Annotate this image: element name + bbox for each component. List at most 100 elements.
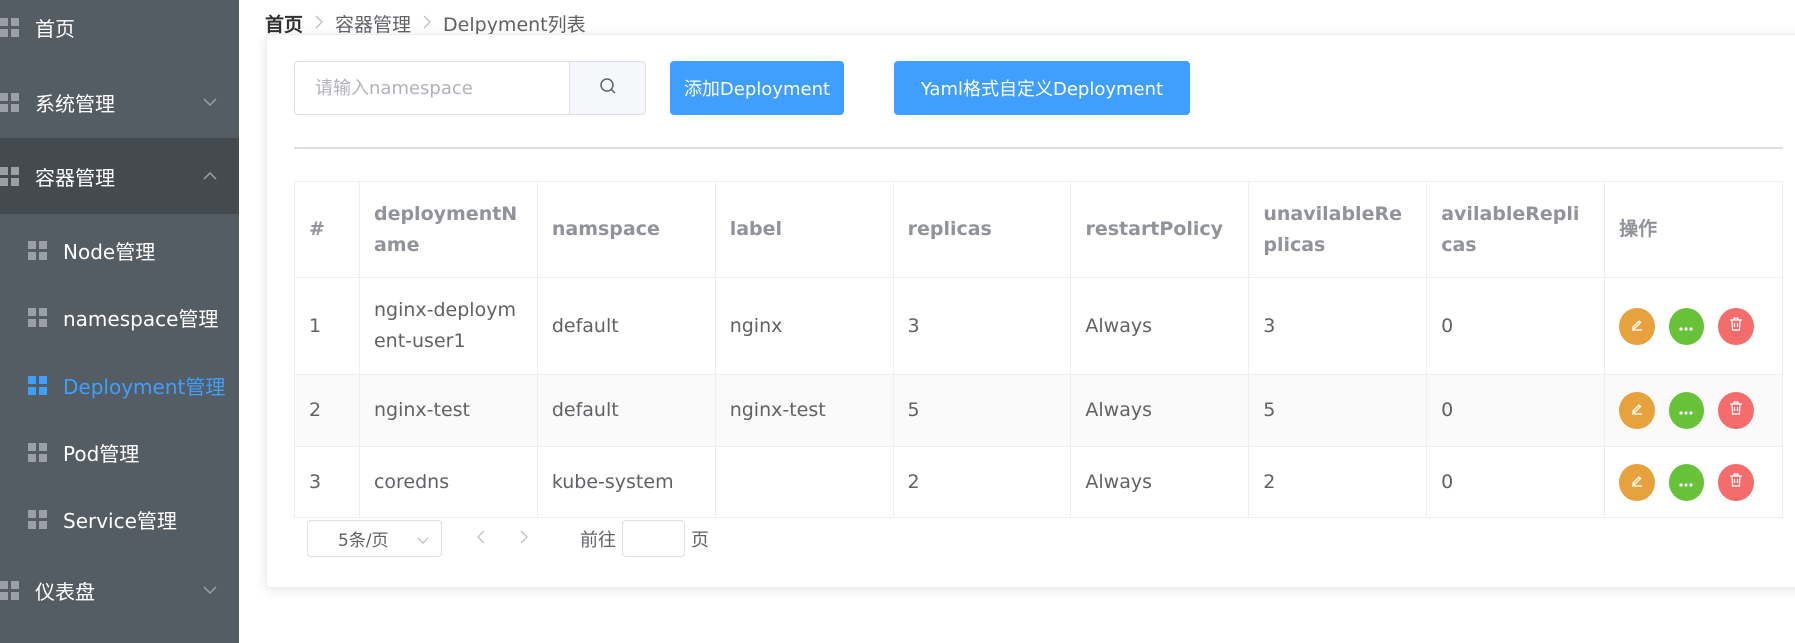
jump-prefix: 前往 [580,529,616,551]
sidebar-item-deployment[interactable]: Deployment管理 [0,357,239,413]
sidebar-item-dashboard[interactable]: 仪表盘 [0,562,239,618]
cell-index: 3 [295,447,360,517]
cell-restart-policy: Always [1071,447,1250,517]
cell-replicas: 5 [894,375,1072,446]
chevron-down-icon [203,98,217,106]
sidebar-item-service[interactable]: Service管理 [0,491,239,547]
sidebar-item-namespace[interactable]: namespace管理 [0,289,239,345]
sidebar-item-label: Pod管理 [63,441,140,466]
sidebar-item-container[interactable]: 容器管理 [0,138,239,214]
sidebar-item-system[interactable]: 系统管理 [0,74,239,130]
next-page-button[interactable] [520,528,529,549]
cell-available: 0 [1427,375,1605,446]
jump-suffix: 页 [691,529,709,551]
cell-label [716,447,894,517]
chevron-right-icon [423,14,432,33]
cell-unavailable: 5 [1249,375,1428,446]
cell-actions [1605,375,1783,446]
search-button[interactable] [569,61,646,115]
jump-page-input[interactable] [622,520,685,557]
cell-name: nginx-deployment-user1 [360,278,538,374]
sidebar-item-label: namespace管理 [63,306,219,331]
cell-name: coredns [360,447,538,517]
edit-button[interactable] [1618,392,1655,429]
sidebar-item-label: Service管理 [63,508,177,533]
delete-button[interactable] [1718,392,1754,429]
yaml-deployment-button[interactable]: Yaml格式自定义Deployment [894,61,1190,115]
more-icon [1678,467,1694,498]
column-header: label [716,182,894,277]
breadcrumb-home[interactable]: 首页 [265,10,303,37]
page-size-value: 5条/页 [338,531,389,551]
chevron-down-icon [417,529,429,549]
delete-button[interactable] [1718,463,1754,501]
cell-available: 0 [1427,278,1605,374]
delete-icon [1729,311,1743,342]
cell-restart-policy: Always [1071,278,1250,374]
column-header: namspace [538,182,716,277]
delete-button[interactable] [1718,307,1754,345]
sidebar-item-label: Deployment管理 [63,374,226,399]
sidebar-item-label: 仪表盘 [35,579,95,604]
cell-namespace: default [538,375,716,446]
table-row: 3 coredns kube-system 2 Always 2 0 [295,447,1783,518]
grid-icon [0,580,19,600]
chevron-right-icon [315,14,324,33]
chevron-right-icon [520,528,529,549]
cell-name: nginx-test [360,375,538,446]
search-icon [599,77,617,99]
column-header: avilableReplicas [1427,182,1606,277]
add-deployment-button[interactable]: 添加Deployment [670,61,844,115]
grid-icon [0,92,19,112]
grid-icon [28,240,47,260]
deployment-table: # deploymentName namspace label replicas… [294,181,1783,518]
page-size-select[interactable]: 5条/页 [307,520,442,557]
grid-icon [28,442,47,462]
column-header: unavilableReplicas [1249,182,1428,277]
more-button[interactable] [1668,392,1705,429]
cell-available: 0 [1427,447,1605,517]
pagination: 5条/页 前往 页 [307,520,709,557]
divider [294,147,1783,149]
cell-namespace: default [538,278,716,374]
column-header: restartPolicy [1071,182,1250,277]
sidebar-item-node[interactable]: Node管理 [0,222,239,278]
sidebar-item-home[interactable]: 首页 [0,0,239,54]
more-button[interactable] [1668,463,1705,501]
cell-index: 2 [295,375,360,446]
search-input[interactable] [294,61,570,115]
cell-label: nginx-test [716,375,894,446]
more-button[interactable] [1668,307,1705,345]
cell-namespace: kube-system [538,447,716,517]
table-row: 1 nginx-deployment-user1 default nginx 3… [295,278,1783,375]
chevron-up-icon [203,172,217,180]
table-row: 2 nginx-test default nginx-test 5 Always… [295,375,1783,447]
cell-restart-policy: Always [1071,375,1250,446]
cell-replicas: 2 [894,447,1072,517]
edit-icon [1629,395,1645,426]
column-header: deploymentName [360,182,538,277]
table-header: # deploymentName namspace label replicas… [295,182,1783,278]
grid-icon [28,307,47,327]
grid-icon [0,166,19,186]
column-header: # [295,182,360,277]
cell-label: nginx [716,278,894,374]
cell-unavailable: 2 [1249,447,1428,517]
grid-icon [0,17,19,37]
cell-replicas: 3 [894,278,1072,374]
sidebar-item-label: Node管理 [63,239,156,264]
prev-page-button[interactable] [476,528,485,549]
breadcrumb: 首页 容器管理 Delpyment列表 [265,10,586,37]
sidebar: 首页 系统管理 容器管理 Node管理 namespace管理 Deployme… [0,0,239,643]
edit-button[interactable] [1618,307,1655,345]
sidebar-item-pod[interactable]: Pod管理 [0,424,239,480]
chevron-down-icon [203,586,217,594]
cell-index: 1 [295,278,360,374]
breadcrumb-current: Delpyment列表 [443,14,586,36]
edit-button[interactable] [1618,463,1655,501]
delete-icon [1729,467,1743,498]
cell-unavailable: 3 [1249,278,1428,374]
main-card: 添加Deployment Yaml格式自定义Deployment # deplo… [266,34,1795,588]
edit-icon [1629,467,1645,498]
cell-actions [1605,447,1783,517]
